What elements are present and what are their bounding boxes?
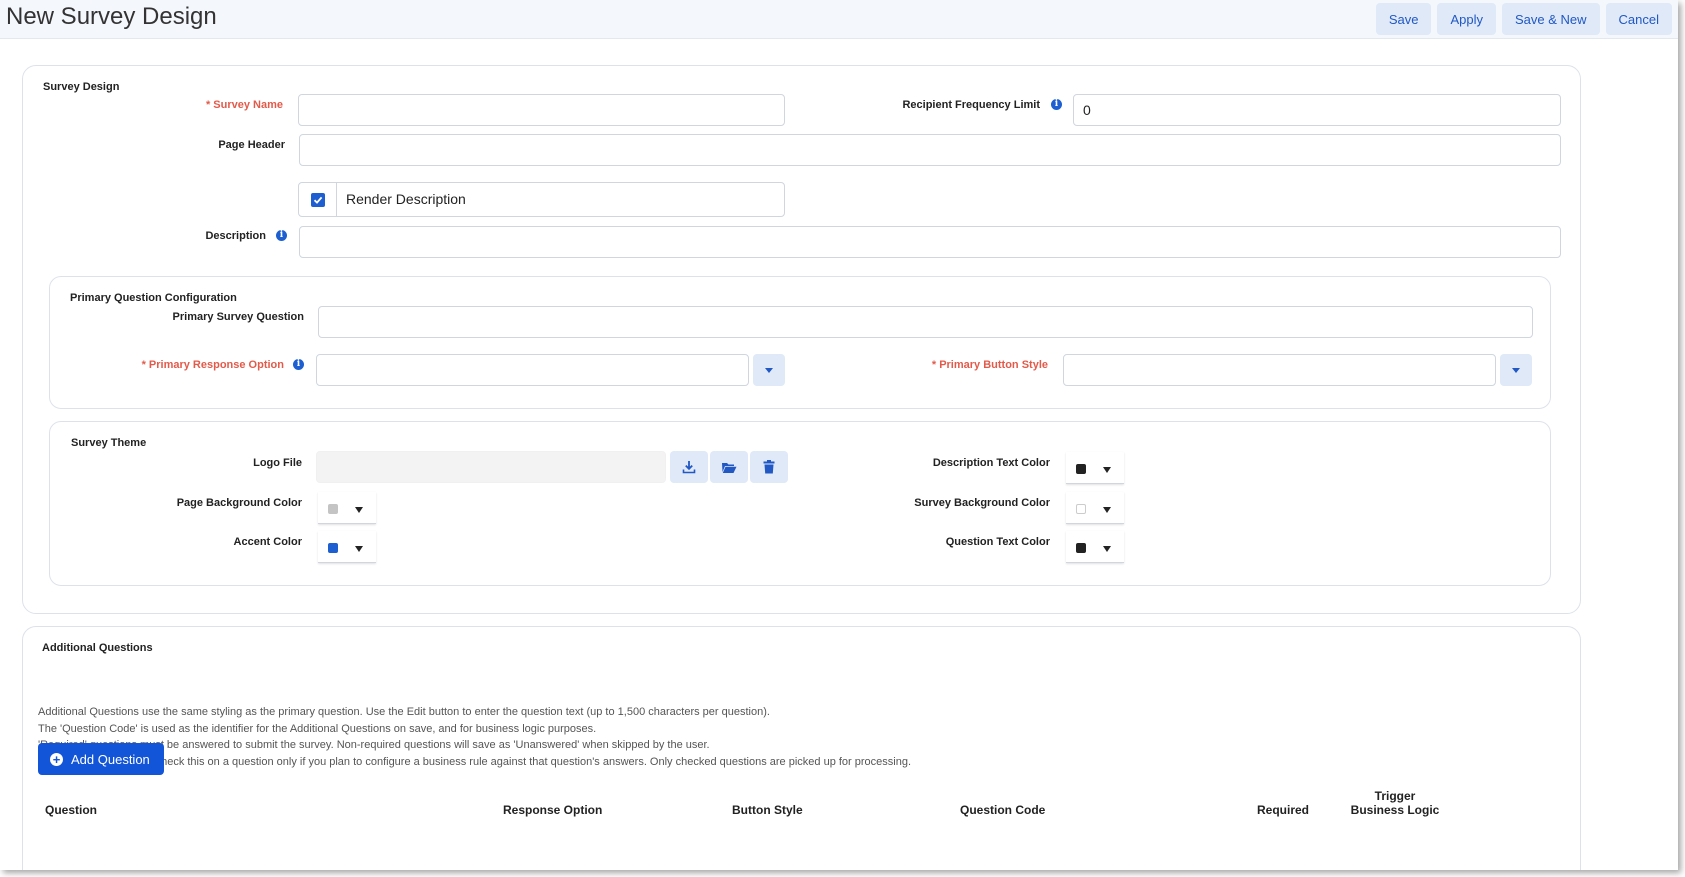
primary-survey-question-label: Primary Survey Question — [172, 311, 304, 323]
survey-design-section-title: Survey Design — [43, 81, 120, 93]
trigger-header-line: Business Logic — [1350, 803, 1440, 817]
description-label: Description — [205, 230, 266, 242]
plus-circle-icon: + — [50, 752, 63, 766]
toolbar: Save Apply Save & New Cancel — [1375, 3, 1672, 35]
description-input[interactable] — [299, 226, 1561, 258]
primary-response-option-label-text: Primary Response Option — [148, 359, 284, 371]
column-header-button-style: Button Style — [732, 803, 803, 817]
page-title: New Survey Design — [6, 3, 217, 30]
download-icon — [682, 461, 696, 474]
column-header-required: Required — [1257, 803, 1310, 817]
delete-logo-button[interactable] — [750, 451, 788, 483]
description-text-color-label: Description Text Color — [932, 457, 1050, 469]
folder-open-icon — [722, 462, 737, 473]
column-header-question-code: Question Code — [960, 803, 1046, 817]
survey-design-window: New Survey Design Save Apply Save & New … — [0, 0, 1678, 870]
primary-button-style-select[interactable] — [1063, 354, 1496, 386]
primary-question-section-title: Primary Question Configuration — [70, 292, 237, 304]
browse-logo-button[interactable] — [710, 451, 748, 483]
info-icon[interactable]: i — [276, 230, 287, 241]
recipient-frequency-limit-label: Recipient Frequency Limit — [902, 99, 1040, 111]
checkbox-divider — [336, 183, 337, 216]
primary-response-option-select[interactable] — [316, 354, 749, 386]
required-mark: * — [141, 359, 146, 371]
add-question-button[interactable]: + Add Question — [38, 743, 164, 775]
page-header-input[interactable] — [299, 134, 1561, 166]
save-and-new-button[interactable]: Save & New — [1501, 3, 1600, 35]
required-mark: * — [205, 99, 211, 111]
primary-button-style-dropdown-button[interactable] — [1500, 354, 1532, 386]
description-text-color-picker[interactable] — [1066, 452, 1124, 484]
help-line: The 'Question Code' is used as the ident… — [38, 722, 597, 735]
accent-color-picker[interactable] — [318, 531, 376, 563]
color-swatch — [1076, 543, 1086, 553]
survey-background-color-picker[interactable] — [1066, 492, 1124, 524]
download-logo-button[interactable] — [670, 451, 708, 483]
recipient-frequency-limit-input[interactable] — [1073, 94, 1561, 126]
color-swatch — [328, 543, 338, 553]
info-icon[interactable]: i — [293, 359, 304, 370]
trash-icon — [763, 460, 775, 474]
survey-name-label-text: Survey Name — [213, 99, 283, 111]
required-mark: * — [931, 359, 937, 371]
column-header-trigger-business-logic: Trigger Business Logic — [1345, 789, 1445, 817]
survey-name-input[interactable] — [298, 94, 785, 126]
question-text-color-picker[interactable] — [1066, 531, 1124, 563]
color-swatch — [1076, 504, 1086, 514]
page-header-bar: New Survey Design Save Apply Save & New … — [0, 0, 1678, 39]
cancel-button[interactable]: Cancel — [1605, 3, 1672, 35]
page-background-color-picker[interactable] — [318, 492, 376, 524]
color-swatch — [328, 504, 338, 514]
primary-response-option-dropdown-button[interactable] — [753, 354, 785, 386]
render-description-checkbox[interactable] — [311, 193, 325, 207]
chevron-down-icon — [1512, 367, 1520, 373]
logo-file-input[interactable] — [316, 451, 666, 483]
help-line: Trigger Business Logic: check this on a … — [38, 755, 912, 768]
primary-response-option-label: * Primary Response Option — [120, 359, 284, 371]
caret-down-icon — [355, 546, 363, 552]
page-header-label: Page Header — [218, 139, 285, 151]
render-description-label: Render Description — [346, 191, 466, 207]
save-button[interactable]: Save — [1375, 3, 1432, 35]
info-icon[interactable]: i — [1051, 99, 1062, 110]
primary-button-style-label: * Primary Button Style — [880, 359, 1048, 371]
checkmark-icon — [313, 196, 323, 204]
help-line: Additional Questions use the same stylin… — [38, 706, 770, 718]
trigger-header-line: Trigger — [1374, 789, 1416, 803]
column-header-question: Question — [45, 803, 98, 817]
chevron-down-icon — [765, 367, 773, 373]
question-text-color-label: Question Text Color — [945, 536, 1050, 548]
column-header-response-option: Response Option — [503, 803, 603, 817]
survey-background-color-label: Survey Background Color — [914, 497, 1050, 509]
primary-survey-question-input[interactable] — [318, 306, 1533, 338]
apply-button[interactable]: Apply — [1437, 3, 1496, 35]
logo-file-label: Logo File — [253, 457, 302, 469]
caret-down-icon — [1103, 467, 1111, 473]
survey-theme-section-title: Survey Theme — [71, 437, 147, 449]
page-background-color-label: Page Background Color — [176, 497, 302, 509]
render-description-field: Render Description — [298, 182, 785, 217]
add-question-label: Add Question — [71, 751, 150, 767]
additional-questions-section-title: Additional Questions — [42, 642, 153, 654]
color-swatch — [1076, 464, 1086, 474]
accent-color-label: Accent Color — [233, 536, 302, 548]
primary-question-panel — [49, 276, 1551, 409]
caret-down-icon — [1103, 546, 1111, 552]
additional-questions-help: Additional Questions use the same stylin… — [38, 704, 911, 770]
help-line: 'Required' questions must be answered to… — [38, 739, 710, 751]
caret-down-icon — [355, 507, 363, 513]
survey-name-label: * Survey Name — [150, 99, 283, 111]
caret-down-icon — [1103, 507, 1111, 513]
primary-button-style-label-text: Primary Button Style — [939, 359, 1048, 371]
